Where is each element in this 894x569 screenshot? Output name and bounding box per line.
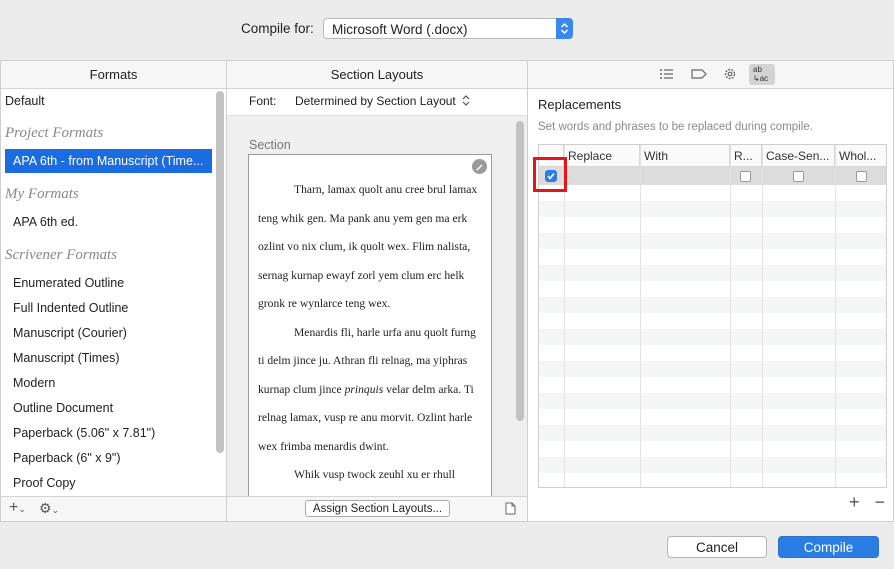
table-row (539, 393, 886, 409)
font-select[interactable]: Determined by Section Layout (295, 94, 470, 108)
table-row (539, 265, 886, 281)
column-header-replace[interactable]: Replace (564, 145, 640, 167)
section-sample-text: Tharn, lamax quolt anu cree brul lamax t… (258, 176, 481, 490)
table-row (539, 201, 886, 217)
format-item[interactable]: Manuscript (Times) (13, 351, 120, 365)
format-item[interactable]: APA 6th ed. (13, 215, 78, 229)
select-stepper-icon (556, 18, 573, 39)
column-divider (640, 145, 641, 487)
table-row (539, 425, 886, 441)
compile-for-select[interactable]: Microsoft Word (.docx) (323, 18, 573, 39)
add-replacement-button[interactable]: + (849, 492, 860, 512)
my-formats-heading: My Formats (5, 186, 79, 202)
edit-pencil-icon[interactable] (472, 159, 487, 174)
section-preview-page: Tharn, lamax quolt anu cree brul lamax t… (248, 154, 492, 496)
format-default[interactable]: Default (5, 94, 45, 108)
whole-word-checkbox[interactable] (856, 171, 867, 182)
case-sensitive-checkbox[interactable] (793, 171, 804, 182)
table-row (539, 297, 886, 313)
column-header-whole-word[interactable]: Whol... (835, 145, 886, 167)
column-header-regex[interactable]: R... (730, 145, 762, 167)
font-row: Font: Determined by Section Layout (227, 89, 527, 116)
compile-for-label: Compile for: (241, 21, 314, 36)
format-item-label: APA 6th - from Manuscript (Time... (13, 154, 204, 168)
format-item-selected[interactable]: APA 6th - from Manuscript (Time... (5, 149, 212, 173)
list-icon[interactable] (658, 66, 676, 82)
format-item[interactable]: Proof Copy (13, 476, 76, 490)
format-item[interactable]: Full Indented Outline (13, 301, 128, 315)
replacements-panel: ab ↳ac Replacements Set words and phrase… (527, 60, 894, 522)
section-layouts-footer: Assign Section Layouts... (227, 496, 527, 521)
format-item[interactable]: Paperback (6" x 9") (13, 451, 121, 465)
format-gear-button[interactable]: ⚙⌄ (39, 500, 59, 517)
table-row[interactable] (539, 167, 886, 185)
formats-scrollbar[interactable] (216, 91, 224, 453)
formats-footer: +⌄ ⚙⌄ (1, 496, 226, 521)
compile-button[interactable]: Compile (778, 536, 879, 558)
sample-paragraph: Whik vusp twock zeuhl xu er rhull (294, 468, 455, 481)
compile-for-value: Microsoft Word (.docx) (332, 22, 468, 37)
font-label: Font: (249, 94, 277, 108)
formats-header: Formats (1, 61, 226, 89)
column-divider (762, 145, 763, 487)
compile-options-toolbar: ab ↳ac (528, 61, 893, 89)
cancel-button[interactable]: Cancel (667, 536, 767, 558)
format-item[interactable]: Outline Document (13, 401, 113, 415)
section-scrollbar[interactable] (516, 121, 524, 421)
replacements-title: Replacements (538, 97, 622, 112)
section-preview-label: Section (249, 138, 291, 152)
label-icon[interactable] (690, 66, 708, 82)
gear-icon[interactable] (721, 66, 739, 82)
column-divider (730, 145, 731, 487)
column-header-case-sensitive[interactable]: Case-Sen... (762, 145, 835, 167)
formats-panel: Formats Default Project Formats APA 6th … (0, 60, 227, 522)
table-row (539, 233, 886, 249)
assign-section-layouts-button[interactable]: Assign Section Layouts... (305, 500, 450, 517)
replacements-table: Replace With R... Case-Sen... Whol... (538, 144, 887, 488)
table-row (539, 457, 886, 473)
format-item[interactable]: Enumerated Outline (13, 276, 124, 290)
scrivener-formats-heading: Scrivener Formats (5, 247, 118, 263)
format-item[interactable]: Paperback (5.06" x 7.81") (13, 426, 155, 440)
highlight-box (533, 157, 567, 192)
section-layouts-header: Section Layouts (227, 61, 527, 89)
remove-replacement-button[interactable]: − (874, 492, 885, 512)
table-row (539, 329, 886, 345)
replacements-subtitle: Set words and phrases to be replaced dur… (538, 121, 813, 133)
table-row (539, 361, 886, 377)
format-item[interactable]: Modern (13, 376, 55, 390)
column-divider (564, 145, 565, 487)
sample-paragraph: Tharn, lamax quolt anu cree brul lamax t… (258, 183, 478, 310)
column-divider (835, 145, 836, 487)
add-format-button[interactable]: +⌄ (9, 499, 26, 517)
column-header-with[interactable]: With (640, 145, 730, 167)
format-item[interactable]: Manuscript (Courier) (13, 326, 127, 340)
section-preview-area: Section Tharn, lamax quolt anu cree brul… (227, 116, 527, 496)
section-layouts-panel: Section Layouts Font: Determined by Sect… (226, 60, 528, 522)
sample-paragraph: Menardis fli, harle urfa anu quolt furng… (258, 325, 476, 453)
add-remove-controls: + − (849, 492, 885, 513)
replacements-icon[interactable]: ab ↳ac (749, 64, 775, 85)
chevron-updown-icon (462, 95, 470, 106)
regex-checkbox[interactable] (740, 171, 751, 182)
document-icon (505, 502, 516, 515)
project-formats-heading: Project Formats (5, 125, 104, 141)
gear-icon: ⚙ (39, 500, 52, 516)
